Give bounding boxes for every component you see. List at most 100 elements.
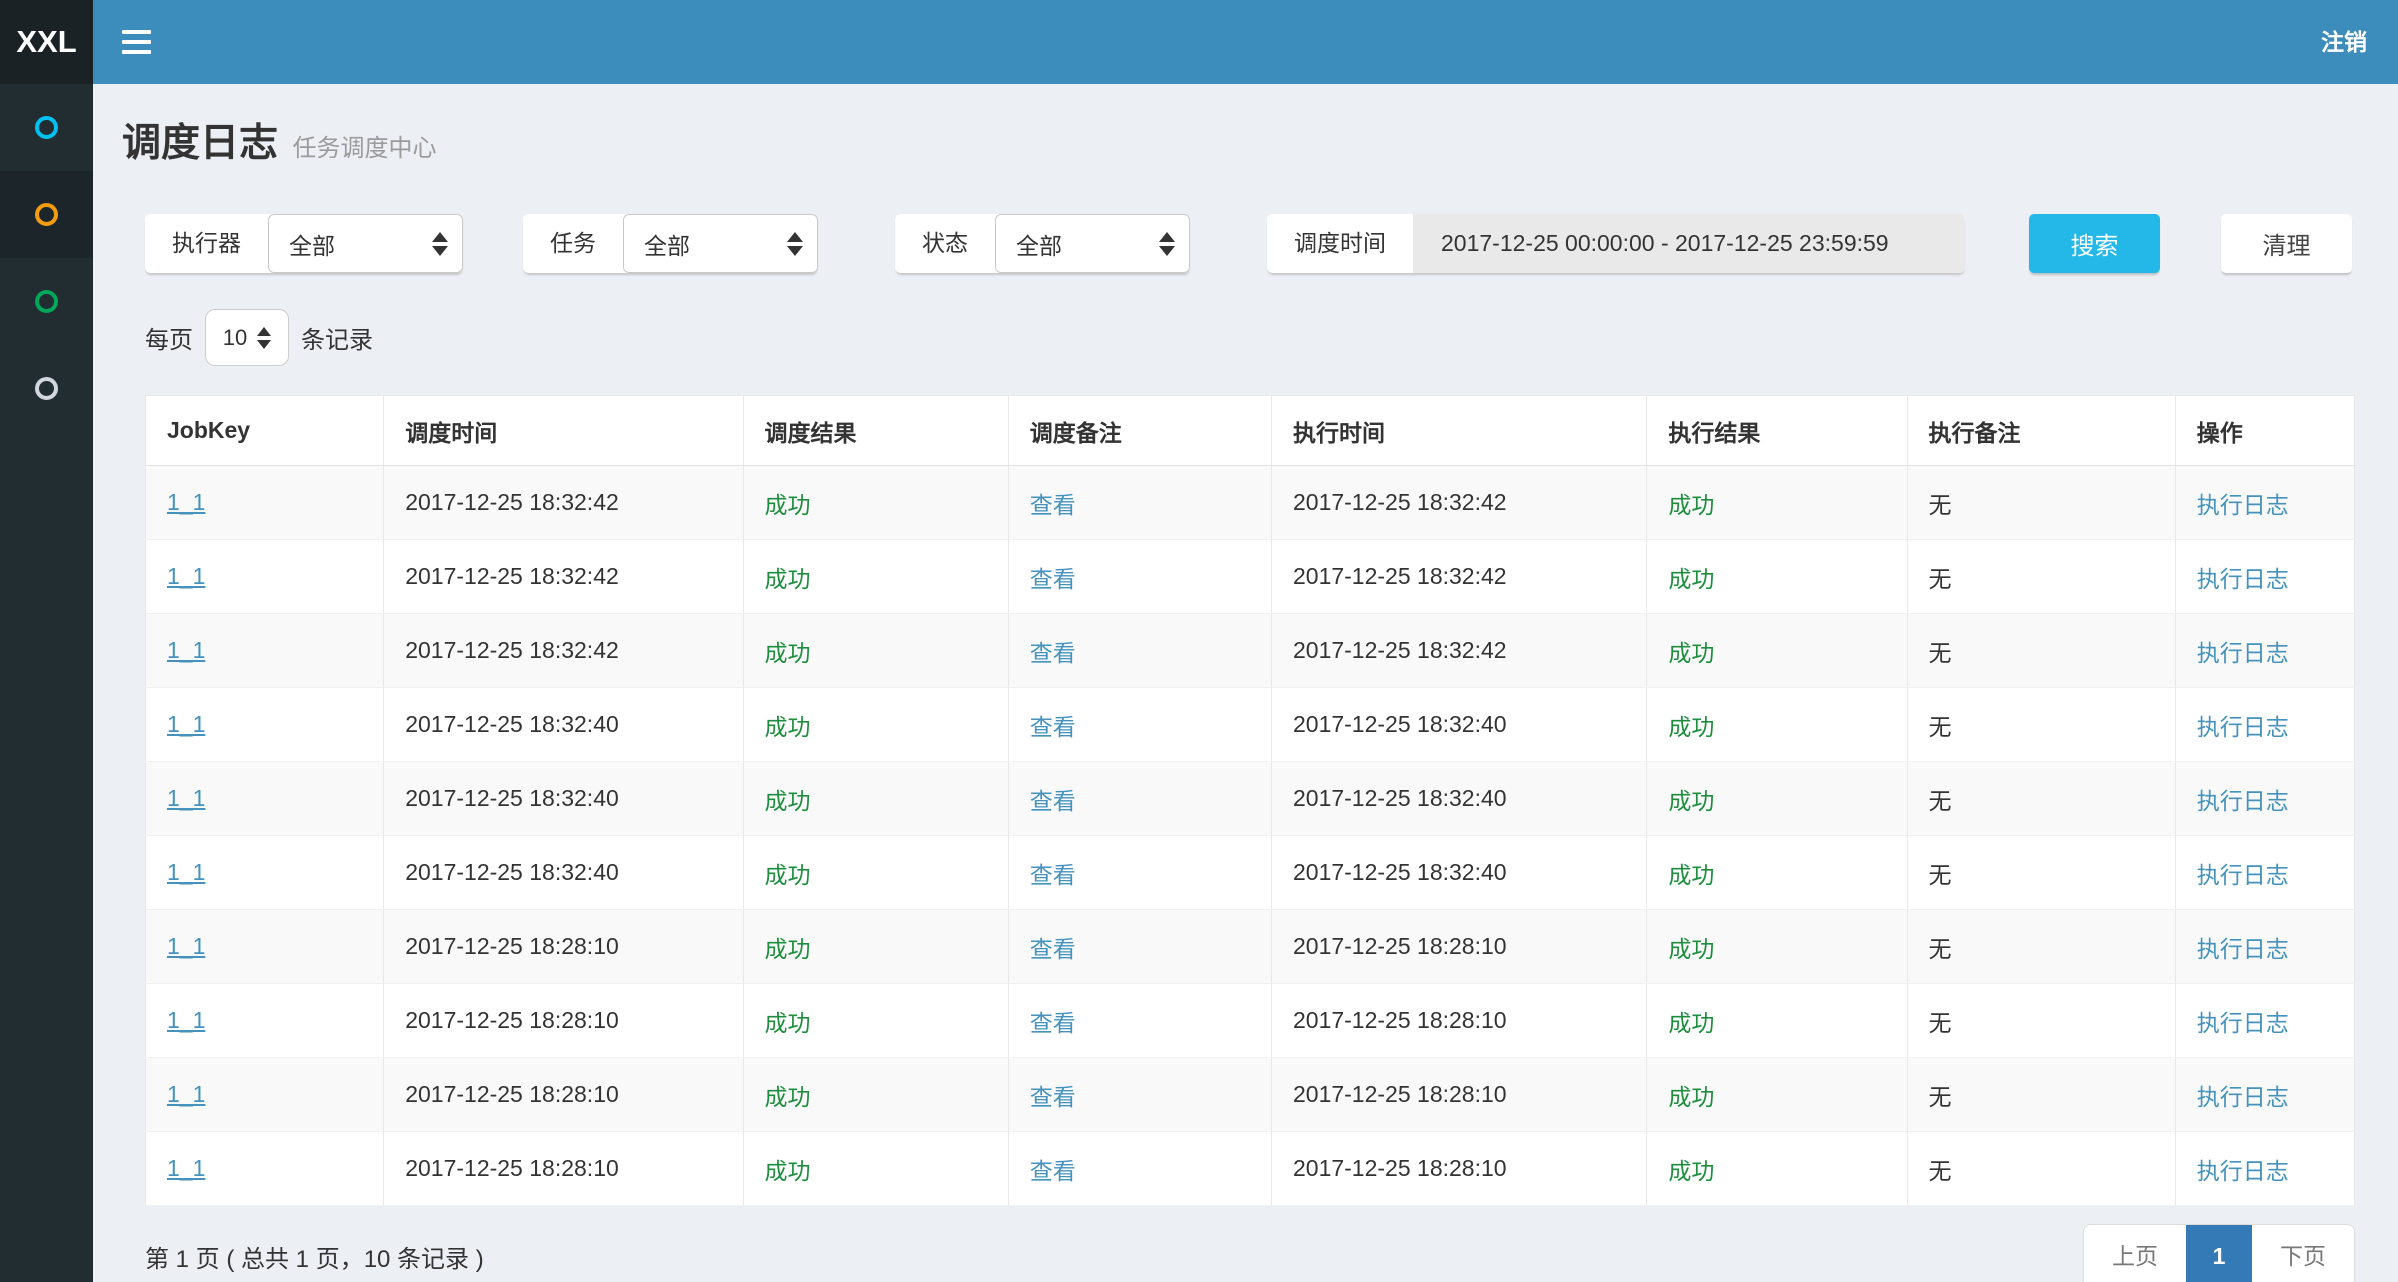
page-title: 调度日志 [122,122,278,165]
execution-log-link[interactable]: 执行日志 [2197,1010,2289,1036]
trigger-time-cell: 2017-12-25 18:32:40 [405,859,619,885]
page-header: 调度日志 任务调度中心 [122,112,2355,168]
column-header: JobKey [146,396,384,466]
handle-result-cell: 成功 [1668,1010,1714,1036]
select-spinner-icon [257,327,271,349]
handle-result-cell: 成功 [1668,714,1714,740]
handle-time-cell: 2017-12-25 18:28:10 [1293,1081,1507,1107]
table-row: 1_12017-12-25 18:32:40成功查看2017-12-25 18:… [146,762,2355,836]
trigger-time-cell: 2017-12-25 18:28:10 [405,1155,619,1181]
execution-log-link[interactable]: 执行日志 [2197,566,2289,592]
column-header: 操作 [2175,396,2354,466]
execution-log-link[interactable]: 执行日志 [2197,862,2289,888]
jobkey-link[interactable]: 1_1 [167,563,205,589]
circle-icon [35,203,58,226]
execution-log-link[interactable]: 执行日志 [2197,640,2289,666]
trigger-msg-link[interactable]: 查看 [1030,566,1076,592]
executor-label: 执行器 [145,214,268,273]
handle-msg-cell: 无 [1929,492,1952,518]
trigger-msg-link[interactable]: 查看 [1030,788,1076,814]
executor-select[interactable]: 全部 [268,214,463,273]
jobkey-link[interactable]: 1_1 [167,933,205,959]
handle-result-cell: 成功 [1668,862,1714,888]
current-page-button[interactable]: 1 [2186,1225,2252,1282]
trigger-time-cell: 2017-12-25 18:32:40 [405,711,619,737]
sidebar-menu-item-4[interactable] [0,345,93,432]
pagination: 上页 1 下页 [2083,1224,2355,1282]
trigger-result-cell: 成功 [765,714,811,740]
handle-time-cell: 2017-12-25 18:28:10 [1293,1155,1507,1181]
trigger-result-cell: 成功 [765,1084,811,1110]
page-size-prefix: 每页 [145,320,193,355]
main-content: 调度日志 任务调度中心 执行器 全部 任务 全部 状态 全部 调度时间 [93,0,2398,1282]
next-page-button[interactable]: 下页 [2252,1225,2354,1282]
sidebar-menu-item-3[interactable] [0,258,93,345]
handle-time-cell: 2017-12-25 18:32:40 [1293,711,1507,737]
handle-time-cell: 2017-12-25 18:32:40 [1293,859,1507,885]
page-size-row: 每页 10 条记录 [145,309,2355,366]
trigger-msg-link[interactable]: 查看 [1030,714,1076,740]
table-row: 1_12017-12-25 18:28:10成功查看2017-12-25 18:… [146,910,2355,984]
trigger-msg-link[interactable]: 查看 [1030,492,1076,518]
trigger-msg-link[interactable]: 查看 [1030,1010,1076,1036]
execution-log-link[interactable]: 执行日志 [2197,492,2289,518]
select-spinner-icon [787,232,803,256]
trigger-msg-link[interactable]: 查看 [1030,1084,1076,1110]
jobkey-link[interactable]: 1_1 [167,711,205,737]
handle-time-cell: 2017-12-25 18:32:40 [1293,785,1507,811]
execution-log-link[interactable]: 执行日志 [2197,788,2289,814]
handle-result-cell: 成功 [1668,640,1714,666]
job-select[interactable]: 全部 [623,214,818,273]
trigger-result-cell: 成功 [765,862,811,888]
jobkey-link[interactable]: 1_1 [167,489,205,515]
sidebar-menu-item-1[interactable] [0,84,93,171]
table-row: 1_12017-12-25 18:32:42成功查看2017-12-25 18:… [146,466,2355,540]
jobkey-link[interactable]: 1_1 [167,1155,205,1181]
schedule-time-input[interactable]: 2017-12-25 00:00:00 - 2017-12-25 23:59:5… [1413,214,1965,273]
clear-button[interactable]: 清理 [2221,214,2352,273]
jobkey-link[interactable]: 1_1 [167,637,205,663]
app-logo[interactable]: XXL [0,0,93,84]
select-spinner-icon [1159,232,1175,256]
job-filter-group: 任务 全部 [523,214,818,273]
job-select-value: 全部 [644,227,690,261]
trigger-result-cell: 成功 [765,936,811,962]
jobkey-link[interactable]: 1_1 [167,1081,205,1107]
execution-log-link[interactable]: 执行日志 [2197,936,2289,962]
execution-log-link[interactable]: 执行日志 [2197,1084,2289,1110]
schedule-time-label: 调度时间 [1267,214,1413,273]
handle-time-cell: 2017-12-25 18:32:42 [1293,637,1507,663]
trigger-time-cell: 2017-12-25 18:32:42 [405,489,619,515]
jobkey-link[interactable]: 1_1 [167,859,205,885]
sidebar-toggle-icon[interactable] [122,0,192,84]
trigger-result-cell: 成功 [765,640,811,666]
trigger-time-cell: 2017-12-25 18:32:42 [405,637,619,663]
sidebar [0,84,93,1282]
table-row: 1_1 2017-12-25 18:32:40 成功 查看 2017-12-25 18:… [146,836,2355,910]
prev-page-button[interactable]: 上页 [2084,1225,2186,1282]
trigger-msg-link[interactable]: 查看 [1030,862,1076,888]
logout-button[interactable]: 注销 [2321,0,2398,84]
handle-msg-cell: 无 [1929,1010,1952,1036]
search-button[interactable]: 搜索 [2029,214,2160,273]
schedule-time-filter-group: 调度时间 2017-12-25 00:00:00 - 2017-12-25 23… [1267,214,1965,273]
handle-time-cell: 2017-12-25 18:32:42 [1293,563,1507,589]
execution-log-link[interactable]: 执行日志 [2197,1158,2289,1184]
sidebar-menu-item-2[interactable] [0,171,93,258]
jobkey-link[interactable]: 1_1 [167,785,205,811]
trigger-time-cell: 2017-12-25 18:32:40 [405,785,619,811]
page-size-select[interactable]: 10 [205,309,289,366]
jobkey-link[interactable]: 1_1 [167,1007,205,1033]
trigger-result-cell: 成功 [765,1158,811,1184]
handle-msg-cell: 无 [1929,1084,1952,1110]
column-header: 执行结果 [1647,396,1907,466]
trigger-msg-link[interactable]: 查看 [1030,936,1076,962]
execution-log-link[interactable]: 执行日志 [2197,714,2289,740]
table-row: 1_12017-12-25 18:28:10成功查看2017-12-25 18:… [146,1058,2355,1132]
trigger-time-cell: 2017-12-25 18:28:10 [405,1007,619,1033]
status-select[interactable]: 全部 [995,214,1190,273]
column-header: 执行备注 [1907,396,2175,466]
trigger-msg-link[interactable]: 查看 [1030,1158,1076,1184]
trigger-msg-link[interactable]: 查看 [1030,640,1076,666]
executor-select-value: 全部 [289,227,335,261]
